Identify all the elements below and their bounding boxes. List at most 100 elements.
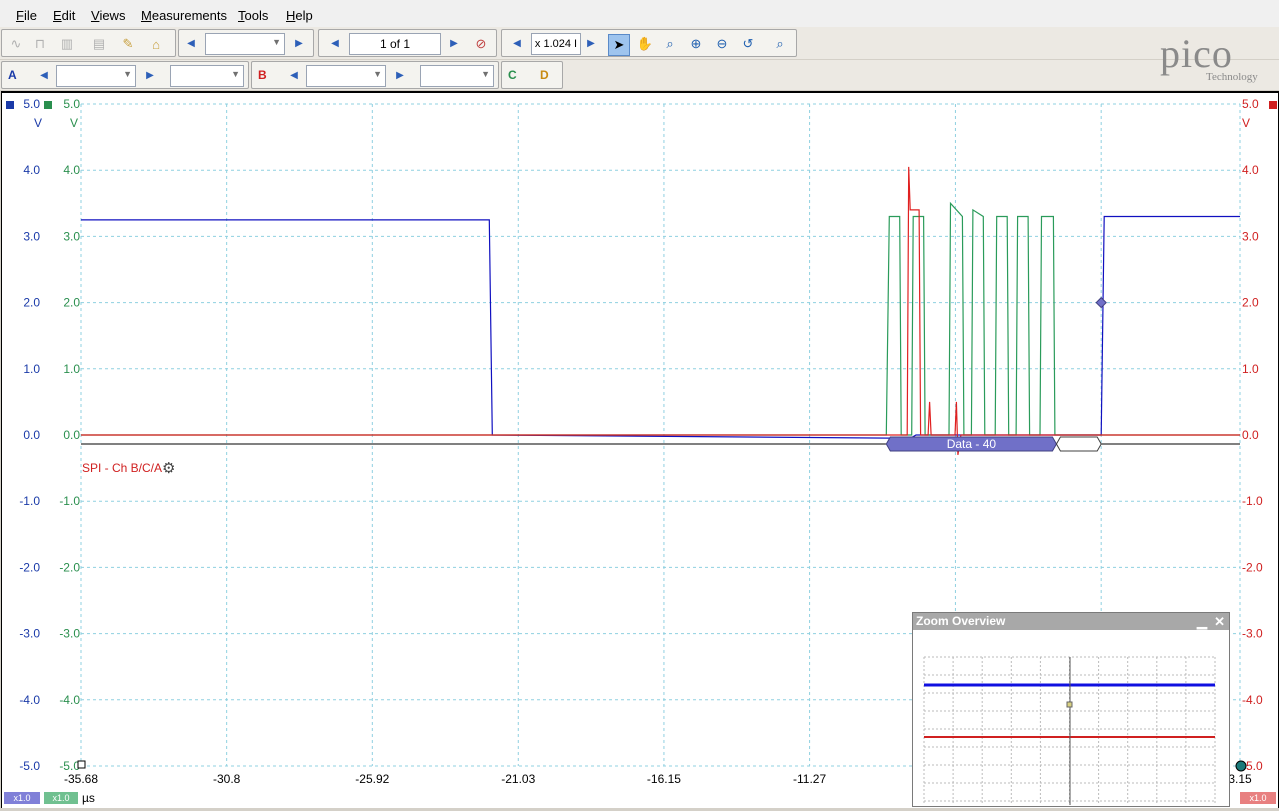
channel-b-label[interactable]: B	[258, 68, 267, 82]
channel-a-coupling-select[interactable]: ▼	[170, 65, 244, 87]
zoom-select-icon[interactable]: ⌕	[660, 34, 680, 54]
compass-icon[interactable]: ⊘	[471, 34, 491, 54]
page-next-icon[interactable]: ▶	[446, 35, 462, 53]
y-tick-a: 0.0	[23, 428, 40, 442]
y-unit-a: V	[34, 116, 42, 130]
page-prev-icon[interactable]: ◀	[327, 35, 343, 53]
channel-b-range-select[interactable]: ▼	[306, 65, 386, 87]
y-tick-b: 0.0	[1242, 428, 1259, 442]
channel-a-next-icon[interactable]: ▶	[142, 67, 158, 85]
x-unit: µs	[82, 791, 95, 805]
chevron-down-icon: ▼	[123, 69, 132, 79]
trace-series-0	[81, 215, 1240, 439]
traces	[81, 166, 1240, 455]
x-tick: -21.03	[501, 772, 535, 786]
scale-c-badge[interactable]: x1.0	[44, 792, 78, 804]
channel-a-range-select[interactable]: ▼	[56, 65, 136, 87]
spectrum-alt-icon[interactable]: ▤	[89, 34, 109, 54]
y-tick-a: -5.0	[19, 759, 40, 773]
close-icon[interactable]: ✕	[1214, 613, 1225, 630]
prev-arrow-icon[interactable]: ◀	[183, 35, 199, 53]
y-tick-b: 5.0	[1242, 97, 1259, 111]
trigger-marker	[1095, 296, 1107, 309]
ruler-right-handle	[1235, 760, 1247, 772]
y-tick-b: 4.0	[1242, 163, 1259, 177]
x-tick: -11.27	[793, 772, 826, 786]
menu-tools[interactable]: Tools	[238, 8, 268, 23]
trace-series-1	[81, 201, 1240, 436]
y-tick-c: -1.0	[59, 494, 80, 508]
zoom-out-icon[interactable]: ⊖	[712, 34, 732, 54]
scale-a-badge[interactable]: x1.0	[4, 792, 40, 804]
page-indicator[interactable]: 1 of 1	[349, 33, 441, 55]
channel-a-prev-icon[interactable]: ◀	[36, 67, 52, 85]
channel-a-label[interactable]: A	[8, 68, 17, 82]
zoom-overview-window[interactable]: Zoom Overview ▁ ✕	[912, 612, 1230, 807]
y-tick-b: 1.0	[1242, 362, 1259, 376]
scope-mode-icon[interactable]: ∿	[6, 34, 26, 54]
channel-b-coupling-select[interactable]: ▼	[420, 65, 494, 87]
chevron-down-icon: ▼	[272, 37, 281, 47]
channel-d-label[interactable]: D	[540, 68, 549, 82]
undo-zoom-icon[interactable]: ↺	[738, 34, 758, 54]
decoder-packet-label: Data - 40	[947, 437, 997, 451]
persistence-mode-icon[interactable]: ⊓	[30, 34, 50, 54]
y-tick-b: -4.0	[1242, 693, 1263, 707]
hand-tool-icon[interactable]: ✋	[635, 34, 655, 54]
y-tick-a: 2.0	[23, 296, 40, 310]
zoom-overview-plot[interactable]	[913, 630, 1229, 805]
decoder-idle-shape	[1055, 436, 1102, 452]
menu-edit[interactable]: Edit	[53, 8, 75, 23]
x-tick: -30.8	[213, 772, 241, 786]
y-tick-c: 1.0	[63, 362, 80, 376]
zoom-level[interactable]: x 1.024 I	[531, 33, 581, 55]
y-tick-a: 5.0	[23, 97, 40, 111]
next-arrow-icon[interactable]: ▶	[291, 35, 307, 53]
menu-views[interactable]: Views	[91, 8, 125, 23]
y-tick-b: 2.0	[1242, 296, 1259, 310]
zoom-fit-icon[interactable]: ⌕	[770, 34, 790, 54]
channel-b-group: B ◀ ▼ ▶ ▼	[251, 61, 499, 89]
minimize-icon[interactable]: ▁	[1197, 613, 1207, 630]
probe-icon[interactable]: ✎	[118, 34, 138, 54]
pointer-tool-icon[interactable]: ➤	[608, 34, 630, 56]
menu-file[interactable]: File	[16, 8, 37, 23]
channel-c-label[interactable]: C	[508, 68, 517, 82]
menu-measurements[interactable]: Measurements	[141, 8, 227, 23]
spectrum-mode-icon[interactable]: ▥	[57, 34, 77, 54]
zoom-next-icon[interactable]: ▶	[583, 35, 599, 53]
channel-b-marker	[1269, 101, 1277, 109]
menu-help[interactable]: Help	[286, 8, 313, 23]
scale-b-badge[interactable]: x1.0	[1240, 792, 1276, 804]
channel-b-prev-icon[interactable]: ◀	[286, 67, 302, 85]
channel-cd-group: C D	[501, 61, 563, 89]
decoder-settings-icon: ⚙	[162, 460, 175, 477]
y-tick-a: -4.0	[19, 693, 40, 707]
trace-series-2	[81, 166, 1240, 455]
y-tick-c: -3.0	[59, 627, 80, 641]
channel-b-next-icon[interactable]: ▶	[392, 67, 408, 85]
zoom-prev-icon[interactable]: ◀	[509, 35, 525, 53]
y-tick-c: 3.0	[63, 229, 80, 243]
x-tick: -16.15	[647, 772, 681, 786]
zoom-overview-titlebar: Zoom Overview ▁ ✕	[913, 613, 1229, 630]
chevron-down-icon: ▼	[373, 69, 382, 79]
home-icon[interactable]: ⌂	[146, 34, 166, 54]
zoom-marker	[1066, 701, 1073, 708]
view-type-group: ∿ ⊓ ▥ ▤ ✎ ⌂	[1, 29, 176, 57]
y-tick-c: 0.0	[63, 428, 80, 442]
zoom-in-icon[interactable]: ⊕	[686, 34, 706, 54]
y-tick-c: 5.0	[63, 97, 80, 111]
y-tick-a: -1.0	[19, 494, 40, 508]
timebase-group: ◀ ▼ ▶	[178, 29, 314, 57]
y-tick-c: -2.0	[59, 560, 80, 574]
x-tick: 3.15	[1228, 772, 1252, 786]
page-group: ◀ 1 of 1 ▶ ⊘	[318, 29, 497, 57]
timebase-select[interactable]: ▼	[205, 33, 285, 55]
pico-logo: pico Technology	[1158, 28, 1276, 86]
y-tick-a: 4.0	[23, 163, 40, 177]
ruler-left-handle	[77, 760, 86, 769]
y-tick-a: -2.0	[19, 560, 40, 574]
status-bar: x1.0 x1.0 µs x1.0	[0, 789, 1279, 809]
logo-word: pico	[1160, 31, 1233, 76]
